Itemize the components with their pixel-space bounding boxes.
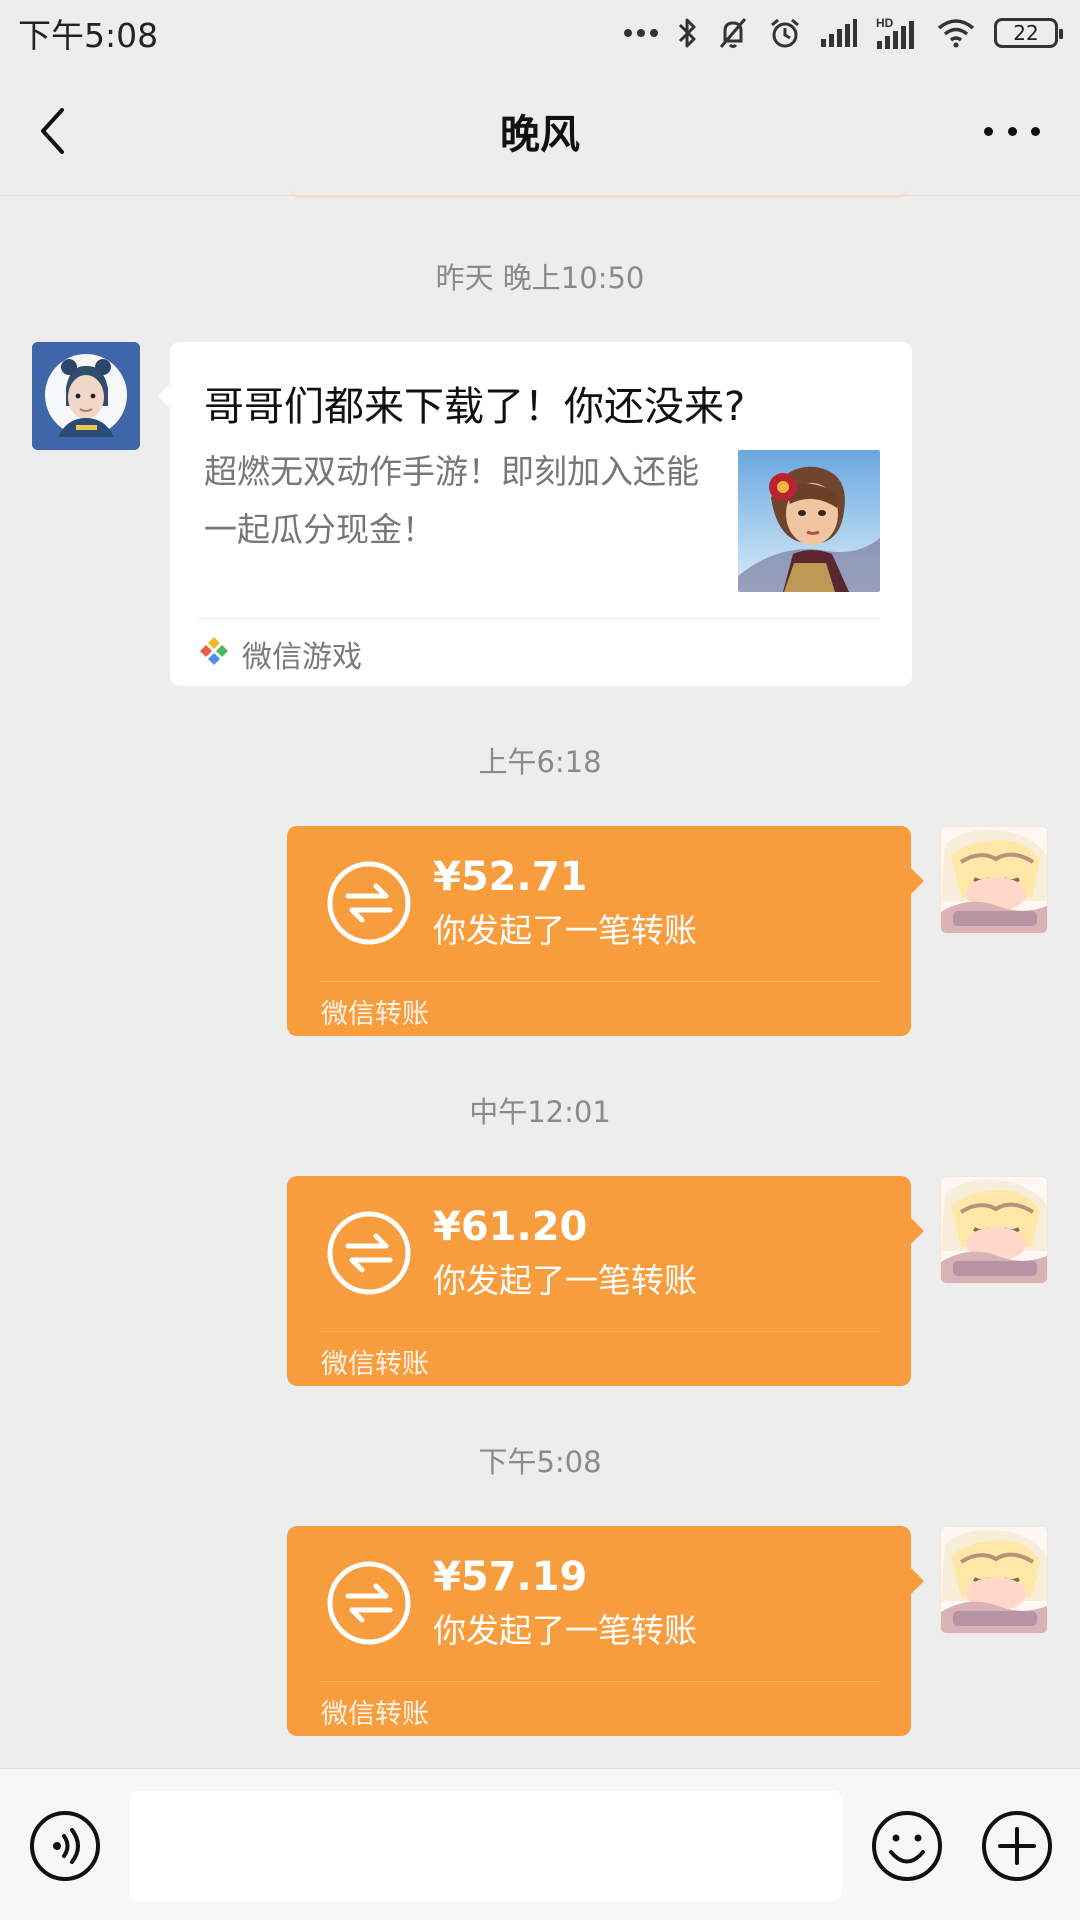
message-input-bar: [0, 1768, 1080, 1920]
contact-avatar[interactable]: [32, 342, 140, 450]
transfer-arrows-icon: [327, 1211, 411, 1295]
transfer-divider: [319, 1681, 881, 1682]
silent-bell-icon: [719, 18, 747, 48]
timestamp: 昨天 晚上10:50: [435, 261, 645, 295]
transfer-divider: [319, 1331, 881, 1332]
my-avatar-image: [941, 1527, 1047, 1633]
timestamp: 中午12:01: [469, 1095, 611, 1129]
more-dot: [1031, 126, 1040, 136]
transfer-source: 微信转账: [321, 999, 429, 1030]
svg-text:HD: HD: [876, 16, 894, 30]
link-title: 哥哥们都来下载了！你还没来?: [204, 384, 746, 430]
transfer-divider: [319, 981, 881, 982]
status-bar: 下午5:08 HD 22: [0, 0, 1080, 66]
my-avatar[interactable]: [940, 826, 1048, 934]
my-avatar[interactable]: [940, 1526, 1048, 1634]
game-link-card[interactable]: 哥哥们都来下载了！你还没来? 超燃无双动作手游！即刻加入还能一起瓜分现金！ 微信…: [158, 342, 912, 686]
timestamp: 上午6:18: [478, 745, 602, 779]
transfer-source: 微信转账: [321, 1699, 429, 1730]
transfer-message[interactable]: ¥61.20 你发起了一笔转账 微信转账: [287, 1176, 924, 1386]
my-avatar-image: [941, 1177, 1047, 1283]
link-card-divider: [198, 618, 880, 619]
chat-header: 晚风: [0, 66, 1080, 196]
voice-icon[interactable]: [28, 1809, 102, 1883]
link-description: 超燃无双动作手游！即刻加入还能一起瓜分现金！: [204, 452, 699, 549]
my-avatar[interactable]: [940, 1176, 1048, 1284]
transfer-amount: ¥57.19: [433, 1554, 588, 1600]
message-input[interactable]: [130, 1791, 842, 1901]
transfer-status: 你发起了一笔转账: [433, 911, 697, 950]
transfer-status: 你发起了一笔转账: [433, 1611, 697, 1650]
transfer-arrows-icon: [327, 1561, 411, 1645]
more-dot: [1007, 126, 1017, 136]
link-source: 微信游戏: [242, 640, 362, 675]
avatar-image: [32, 342, 140, 450]
plus-icon[interactable]: [980, 1809, 1054, 1883]
more-options-button[interactable]: [984, 116, 1040, 146]
game-character-image: [738, 450, 880, 592]
previous-message-edge: [290, 182, 908, 198]
hd-signal-icon: HD: [876, 16, 914, 49]
chat-screen: 下午5:08 HD 22 晚风 昨天 晚上10:50 哥哥们都来下载了！你还没来…: [0, 0, 1080, 1920]
battery-level: 22: [1013, 21, 1039, 45]
more-dots-icon: [624, 29, 658, 37]
more-dot: [984, 126, 993, 136]
status-icons: HD 22: [624, 16, 1063, 50]
transfer-arrows-icon: [327, 861, 411, 945]
status-time: 下午5:08: [18, 16, 159, 55]
chat-title: 晚风: [500, 112, 580, 158]
timestamp: 下午5:08: [478, 1445, 602, 1479]
transfer-message[interactable]: ¥57.19 你发起了一笔转账 微信转账: [287, 1526, 924, 1736]
transfer-message[interactable]: ¥52.71 你发起了一笔转账 微信转账: [287, 826, 924, 1036]
signal-icon: [821, 19, 857, 47]
transfer-source: 微信转账: [321, 1349, 429, 1380]
transfer-status: 你发起了一笔转账: [433, 1261, 697, 1300]
transfer-amount: ¥52.71: [433, 854, 588, 900]
back-button[interactable]: [34, 106, 74, 156]
emoji-icon[interactable]: [870, 1809, 944, 1883]
wifi-icon: [937, 19, 975, 48]
alarm-icon: [771, 18, 799, 48]
my-avatar-image: [941, 827, 1047, 933]
wechat-game-icon: [200, 637, 228, 665]
bluetooth-icon: [678, 18, 696, 48]
transfer-amount: ¥61.20: [433, 1204, 588, 1250]
game-thumbnail-art: [738, 450, 880, 592]
battery-icon: 22: [994, 18, 1063, 48]
